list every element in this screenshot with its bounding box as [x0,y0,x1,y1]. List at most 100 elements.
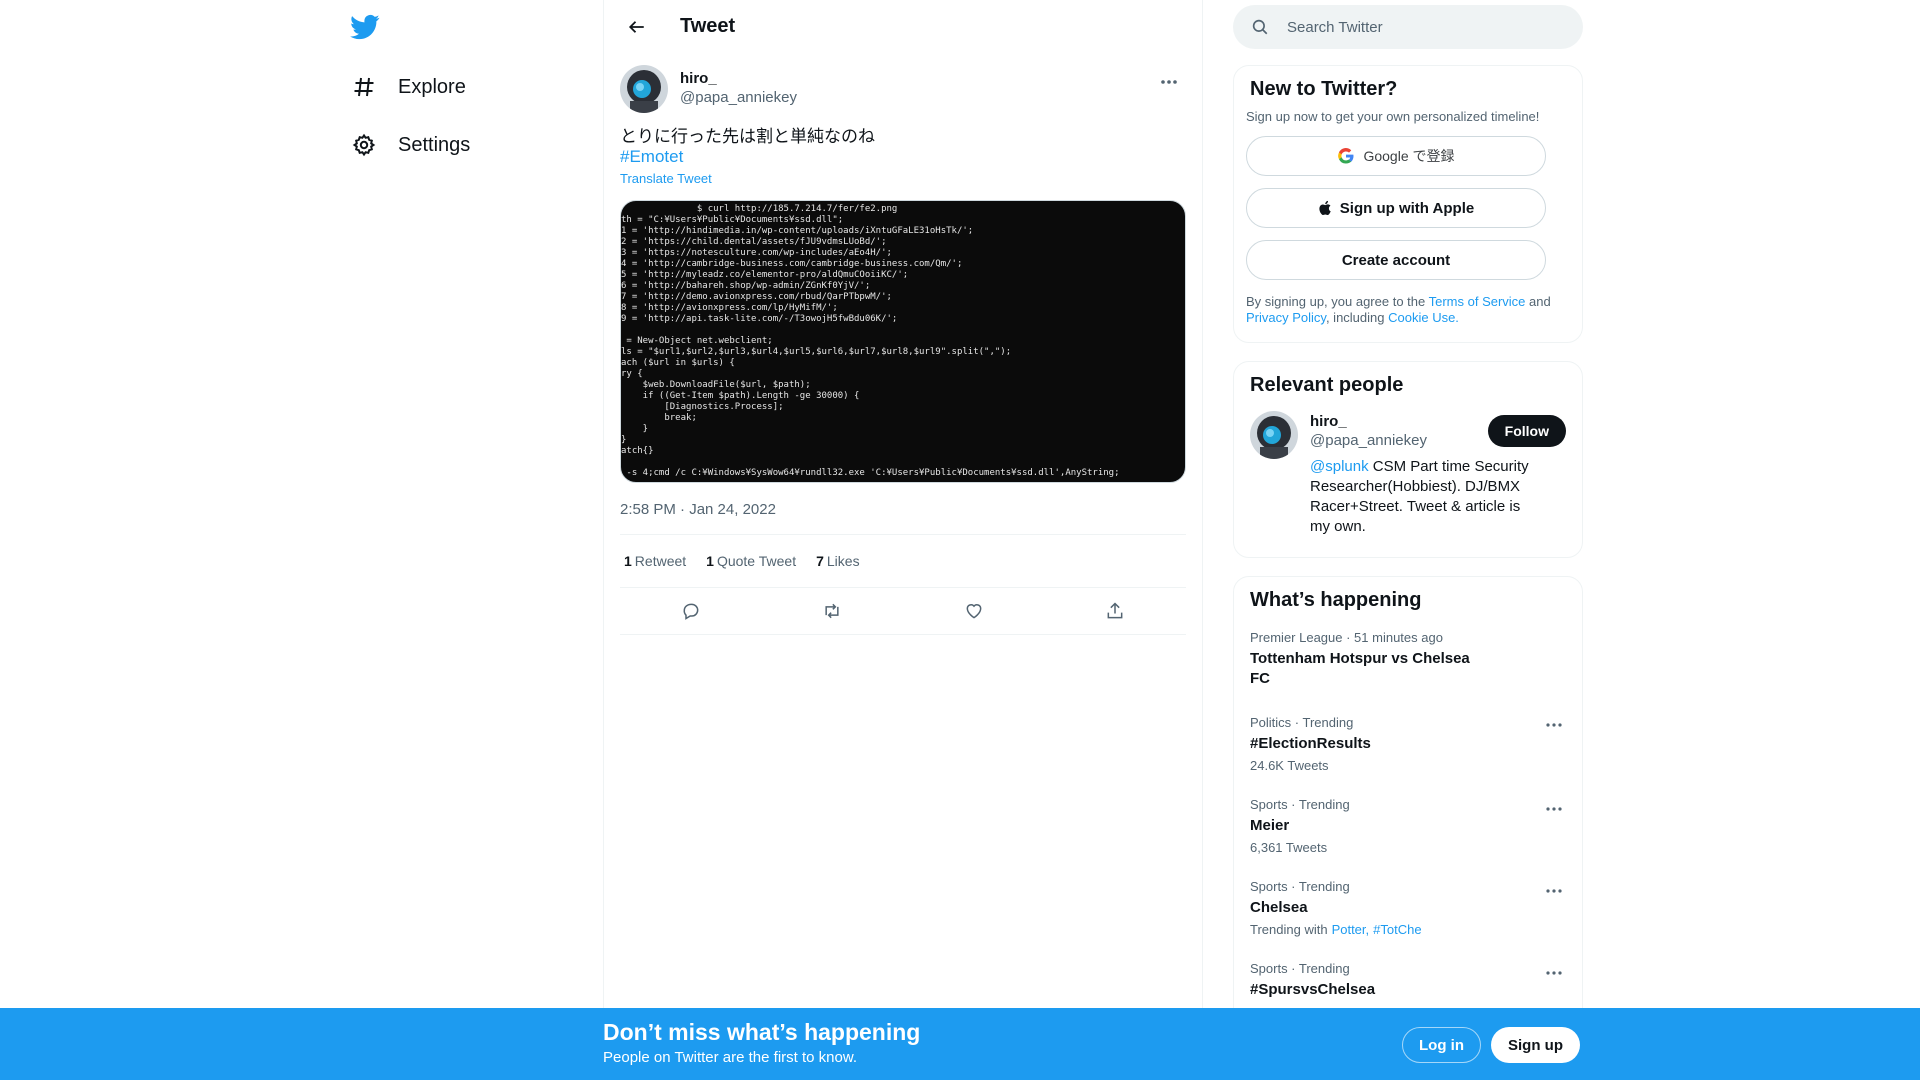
retweets-count: 1 [624,553,632,569]
apple-signup-label: Sign up with Apple [1339,199,1475,217]
more-icon [1546,971,1562,975]
signup-banner: Don’t miss what’s happening People on Tw… [0,1008,1920,1080]
search-input[interactable] [1287,18,1547,36]
trend-item[interactable]: Sports · Trending #SpursvsChelsea [1234,949,1582,1012]
trending-with-label: Trending with [1250,922,1328,937]
author-handle[interactable]: @papa_anniekey [680,89,797,106]
signup-button[interactable]: Sign up [1491,1027,1580,1063]
avatar[interactable] [1250,411,1298,459]
trend-name: Meier [1250,817,1290,834]
retweets-stat[interactable]: 1 Retweet [624,553,686,569]
bio-mention-link[interactable]: @splunk [1310,458,1369,475]
reply-icon [683,603,699,620]
nav-explore-label: Explore [398,75,466,98]
search-icon [1252,19,1268,35]
share-button[interactable] [1098,594,1132,628]
right-sidebar: New to Twitter? Sign up now to get your … [1233,0,1583,1056]
signup-terms: By signing up, you agree to the Terms of… [1234,280,1582,342]
login-button[interactable]: Log in [1402,1027,1481,1063]
nav-settings-label: Settings [398,133,471,156]
whats-happening-title: What’s happening [1250,589,1422,611]
hashtag-icon [350,73,378,101]
relevant-people-card: Relevant people hiro_ @papa_anniekey @sp… [1233,361,1583,558]
tweet-actions [620,588,1186,635]
trend-related: Trending with Potter, #TotChe [1250,922,1566,937]
trend-more-button[interactable] [1542,879,1566,903]
gear-icon [350,131,378,159]
page-title: Tweet [680,15,736,37]
search-bar[interactable] [1233,5,1583,49]
twitter-bird-icon[interactable] [350,12,382,44]
banner-title: Don’t miss what’s happening [603,1019,921,1045]
apple-icon [1319,200,1331,216]
tweet-text: とりに行った先は割と単純なのね [620,127,875,146]
tweet-hashtag-link[interactable]: #Emotet [620,147,1186,167]
trend-name: Chelsea [1250,899,1308,916]
tweet-stats: 1 Retweet 1 Quote Tweet 7 Likes [620,535,1186,588]
like-button[interactable] [957,594,991,628]
trend-tweet-count: 24.6K Tweets [1250,758,1329,773]
terms-prefix: By signing up, you agree to the [1246,294,1429,309]
google-g-icon [1338,148,1354,164]
quote-tweets-count: 1 [706,553,714,569]
left-nav: Explore Settings [340,0,600,1080]
author-name[interactable]: hiro_ [680,70,797,87]
new-to-twitter-subtitle: Sign up now to get your own personalized… [1246,109,1540,124]
google-signup-button[interactable]: Google で登録 [1246,136,1546,176]
quote-tweets-stat[interactable]: 1 Quote Tweet [706,553,796,569]
more-icon [1546,807,1562,811]
relevant-person-bio: @splunk CSM Part time Security Researche… [1310,457,1540,537]
apple-signup-button[interactable]: Sign up with Apple [1246,188,1546,228]
tweet-media-image[interactable]: $ curl http://185.7.214.7/fer/fe2.png th… [620,200,1186,483]
trend-meta: Politics · Trending [1250,715,1354,730]
likes-stat[interactable]: 7 Likes [816,553,859,569]
relevant-people-title: Relevant people [1250,374,1404,396]
main-header: Tweet [604,0,1202,53]
nav-settings[interactable]: Settings [350,123,470,167]
trend-more-button[interactable] [1542,961,1566,985]
translate-tweet-link[interactable]: Translate Tweet [620,171,1186,186]
follow-button[interactable]: Follow [1487,415,1566,447]
share-icon [1107,602,1123,619]
cookie-use-link[interactable]: Cookie Use. [1388,310,1459,325]
heart-icon [966,604,982,619]
reply-button[interactable] [674,594,708,628]
related-link-potter[interactable]: Potter, [1332,922,1370,937]
trend-more-button[interactable] [1542,797,1566,821]
avatar[interactable] [620,65,668,113]
terms-of-service-link[interactable]: Terms of Service [1429,294,1526,309]
more-icon [1161,80,1177,84]
main-column: Tweet hiro_ @papa_anniekey とりに行った先は割と単純な… [603,0,1203,1080]
trend-more-button[interactable] [1542,713,1566,737]
trend-item[interactable]: Politics · Trending #ElectionResults 24.… [1234,701,1582,785]
trend-item[interactable]: Sports · Trending Meier 6,361 Tweets [1234,785,1582,867]
more-icon [1546,723,1562,727]
trend-name: Tottenham Hotspur vs Chelsea FC [1250,650,1470,687]
trend-meta: Sports · Trending [1250,961,1350,976]
trend-item[interactable]: Premier League · 51 minutes ago Tottenha… [1234,612,1582,701]
new-to-twitter-card: New to Twitter? Sign up now to get your … [1233,65,1583,343]
whats-happening-card: What’s happening Premier League · 51 min… [1233,576,1583,1056]
relevant-person[interactable]: hiro_ @papa_anniekey @splunk CSM Part ti… [1234,397,1582,557]
tweet: hiro_ @papa_anniekey とりに行った先は割と単純なのね #Em… [604,65,1202,635]
tweet-timestamp[interactable]: 2:58 PM · Jan 24, 2022 [620,501,1186,535]
new-to-twitter-title: New to Twitter? [1250,78,1398,100]
privacy-policy-link[interactable]: Privacy Policy [1246,310,1326,325]
more-options-button[interactable] [1152,65,1186,99]
trend-meta: Sports · Trending [1250,797,1350,812]
retweet-button[interactable] [815,594,849,628]
terms-and: and [1525,294,1551,309]
trend-item[interactable]: Sports · Trending Chelsea Trending with P… [1234,867,1582,949]
trend-meta: Sports · Trending [1250,879,1350,894]
back-button[interactable] [620,10,654,44]
trend-name: #SpursvsChelsea [1250,981,1376,998]
likes-count: 7 [816,553,824,569]
banner-subtitle: People on Twitter are the first to know. [603,1049,858,1066]
trend-tweet-count: 6,361 Tweets [1250,840,1328,855]
terminal-screenshot-text: $ curl http://185.7.214.7/fer/fe2.png th… [621,204,1120,478]
retweets-label: Retweet [634,553,687,569]
create-account-button[interactable]: Create account [1246,240,1546,280]
related-link-totche[interactable]: #TotChe [1373,922,1421,937]
more-icon [1546,889,1562,893]
nav-explore[interactable]: Explore [350,65,466,109]
